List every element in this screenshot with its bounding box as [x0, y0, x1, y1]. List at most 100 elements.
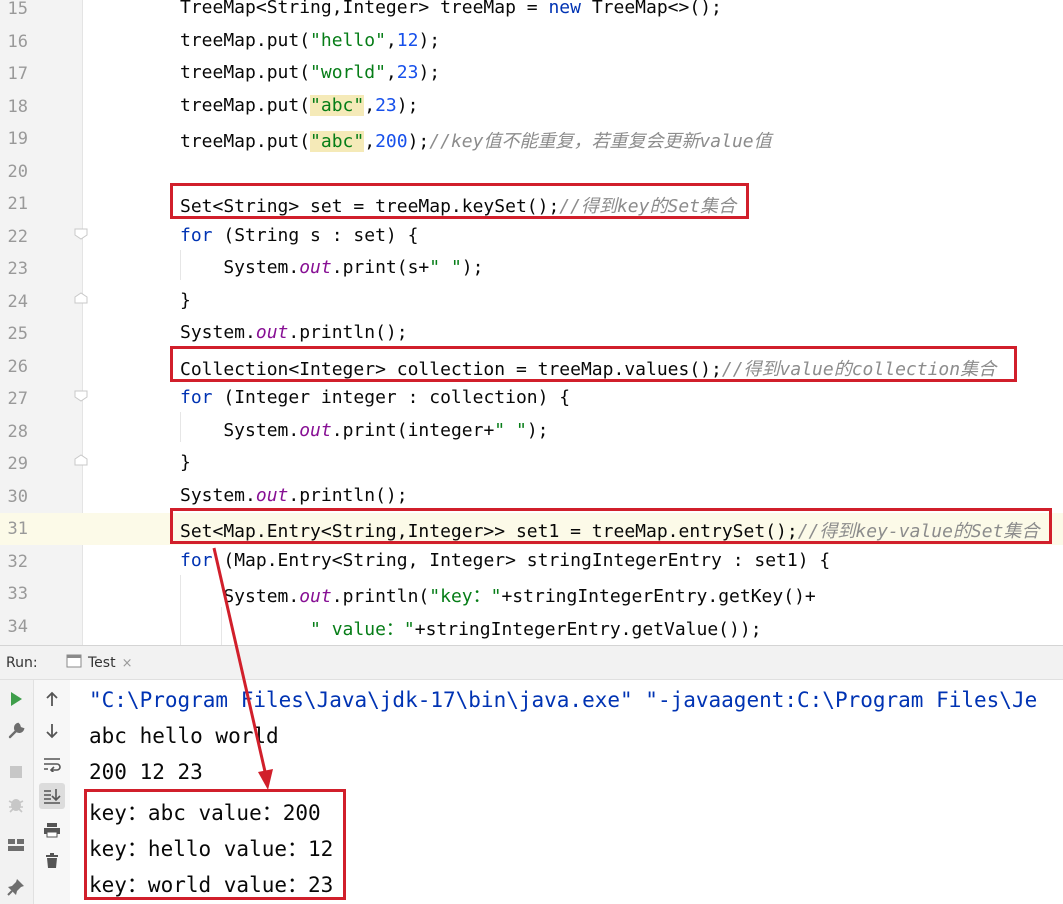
code-text: } [180, 452, 191, 473]
code-line-28[interactable]: 28 System.out.print(integer+" "); [0, 416, 1063, 448]
code-token: treeMap.put( [180, 62, 311, 83]
run-label: Run: [6, 655, 38, 671]
code-token: new [548, 0, 581, 18]
print-icon[interactable] [39, 817, 65, 843]
code-token: 23 [396, 62, 419, 83]
code-line-27[interactable]: 27 for (Integer integer : collection) { [0, 383, 1063, 415]
code-token: +stringIntegerEntry.getValue()); [414, 618, 762, 640]
code-line-25[interactable]: 25 System.out.println(); [0, 318, 1063, 350]
code-token: System. [180, 322, 256, 343]
code-line-19[interactable]: 19 treeMap.put("abc",200);//key值不能重复，若重复会… [0, 123, 1063, 155]
rerun-icon[interactable] [3, 686, 29, 712]
code-token: "world" [310, 62, 386, 83]
code-token: "abc" [310, 94, 365, 116]
code-line-17[interactable]: 17 treeMap.put("world",23); [0, 58, 1063, 90]
code-token: System. [180, 586, 300, 607]
code-token: ); [396, 94, 419, 116]
code-token: out [299, 419, 332, 441]
scroll-to-end-icon[interactable] [39, 783, 65, 809]
code-token: Collection<Integer> collection = treeMap… [180, 358, 722, 380]
console-output[interactable]: "C:\Program Files\Java\jdk-17\bin\java.e… [70, 680, 1063, 904]
code-token: +stringIntegerEntry.getKey()+ [501, 586, 816, 607]
code-token: "abc" [310, 131, 365, 152]
run-tab-test[interactable]: Test × [58, 650, 140, 676]
run-toolbar-primary [0, 680, 34, 904]
pin-icon[interactable] [3, 874, 29, 900]
code-token: .println( [331, 586, 430, 607]
line-number: 34 [7, 616, 28, 637]
code-line-18[interactable]: 18 treeMap.put("abc",23); [0, 91, 1063, 123]
code-text: TreeMap<String,Integer> treeMap = new Tr… [180, 0, 722, 18]
fold-toggle-icon[interactable] [74, 390, 88, 402]
code-text: System.out.println(); [180, 322, 408, 343]
line-number: 30 [7, 486, 28, 507]
trash-icon[interactable] [39, 848, 65, 874]
layout-icon[interactable] [3, 832, 29, 858]
code-token: , [364, 131, 376, 152]
code-token: "hello" [310, 29, 386, 51]
code-line-24[interactable]: 24} [0, 286, 1063, 318]
code-line-21[interactable]: 21 Set<String> set = treeMap.keySet();//得… [0, 188, 1063, 220]
code-line-30[interactable]: 30 System.out.println(); [0, 481, 1063, 513]
code-token: treeMap.put( [180, 94, 311, 116]
stop-icon[interactable] [3, 759, 29, 785]
code-token: System. [180, 484, 256, 506]
line-number: 21 [7, 194, 28, 214]
code-token: TreeMap<>(); [580, 0, 722, 18]
code-line-34[interactable]: 34 " value："+stringIntegerEntry.getValue… [0, 611, 1063, 643]
code-token: ); [407, 131, 430, 152]
code-line-22[interactable]: 22 for (String s : set) { [0, 221, 1063, 253]
line-number: 29 [7, 454, 28, 474]
code-token: .print(s+ [331, 257, 430, 278]
code-line-29[interactable]: 29} [0, 448, 1063, 480]
code-line-26[interactable]: 26 Collection<Integer> collection = treeM… [0, 351, 1063, 383]
code-token: Set<String> set = treeMap.keySet(); [180, 196, 560, 217]
code-editor[interactable]: 15 TreeMap<String,Integer> treeMap = new … [0, 0, 1063, 645]
arrow-down-icon[interactable] [39, 718, 65, 744]
code-line-33[interactable]: 33 System.out.println("key："+stringInteg… [0, 578, 1063, 610]
code-text: treeMap.put("hello",12); [180, 30, 440, 51]
code-token: treeMap.put( [180, 131, 311, 152]
code-token: , [385, 29, 397, 51]
code-text: treeMap.put("abc",200);//key值不能重复，若重复会更新… [180, 127, 772, 153]
code-text: System.out.print(s+" "); [180, 257, 483, 278]
code-line-31[interactable]: 31 Set<Map.Entry<String,Integer>> set1 = … [0, 513, 1063, 545]
console-tab-icon [66, 654, 82, 672]
code-text: " value："+stringIntegerEntry.getValue())… [180, 615, 762, 641]
indent-guide [180, 575, 181, 645]
wrench-icon[interactable] [3, 718, 29, 744]
fold-end-icon[interactable] [74, 292, 88, 304]
code-token: //得到value的collection集合 [721, 358, 997, 380]
code-token: ); [418, 62, 441, 83]
code-token: out [299, 586, 332, 607]
run-toolbar-secondary [34, 680, 70, 904]
code-line-20[interactable]: 20 [0, 156, 1063, 188]
code-line-16[interactable]: 16 treeMap.put("hello",12); [0, 26, 1063, 58]
soft-wrap-icon[interactable] [39, 751, 65, 777]
line-number: 19 [7, 129, 28, 149]
code-token: out [255, 484, 289, 506]
code-line-15[interactable]: 15 TreeMap<String,Integer> treeMap = new … [0, 0, 1063, 25]
code-token: .println(); [288, 484, 408, 506]
code-token: for [180, 224, 213, 246]
code-text: Set<Map.Entry<String,Integer>> set1 = tr… [180, 517, 1039, 543]
line-number: 33 [7, 584, 28, 604]
code-token: //key值不能重复，若重复会更新value值 [429, 131, 772, 152]
arrow-up-icon[interactable] [39, 686, 65, 712]
code-text: for (Map.Entry<String, Integer> stringIn… [180, 550, 830, 571]
code-token: Set<Map.Entry<String,Integer>> set1 = tr… [180, 521, 798, 542]
code-token: ); [418, 29, 441, 51]
run-panel-header: Run: Test × [0, 645, 1063, 680]
console-line: key：abc value：200 [89, 801, 321, 825]
close-tab-icon[interactable]: × [122, 656, 133, 671]
code-text: treeMap.put("world",23); [180, 62, 440, 83]
code-line-23[interactable]: 23 System.out.print(s+" "); [0, 253, 1063, 285]
indent-guide [180, 250, 181, 280]
debug-bug-icon[interactable] [3, 791, 29, 817]
code-line-32[interactable]: 32 for (Map.Entry<String, Integer> string… [0, 546, 1063, 578]
code-token: " " [429, 257, 462, 278]
code-token: out [255, 322, 289, 343]
fold-toggle-icon[interactable] [74, 228, 88, 240]
fold-end-icon[interactable] [74, 454, 88, 466]
